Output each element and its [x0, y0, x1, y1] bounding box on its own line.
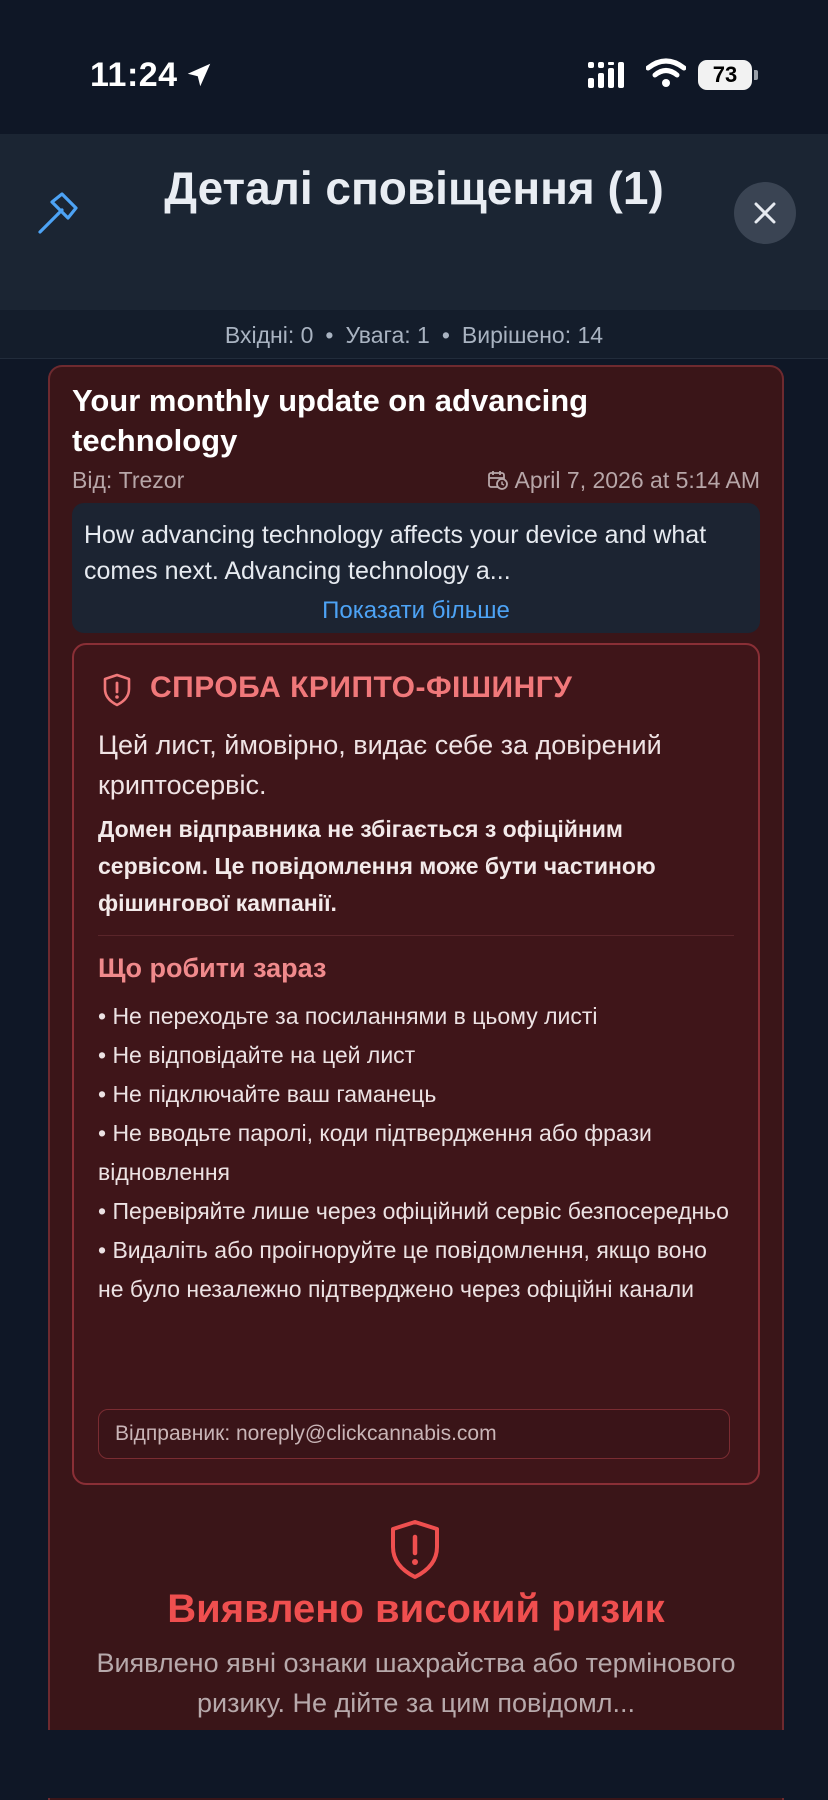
list-item: • Не переходьте за посиланнями в цьому л… — [98, 1003, 598, 1029]
close-button[interactable] — [734, 182, 796, 244]
email-date-text: April 7, 2026 at 5:14 AM — [514, 467, 761, 493]
battery-indicator: 73 — [698, 60, 758, 90]
separator-dot: • — [441, 322, 450, 348]
show-more-link[interactable]: Показати більше — [72, 597, 760, 625]
notification-header: Деталі сповіщення (1) — [0, 134, 828, 311]
alert-title: СПРОБА КРИПТО-ФІШИНГУ — [150, 671, 573, 704]
sender-box: Відправник: noreply@clickcannabis.com — [98, 1409, 730, 1459]
list-item: • Видаліть або проігноруйте це повідомле… — [98, 1237, 707, 1302]
page-title: Деталі сповіщення (1) — [164, 162, 664, 214]
list-item: • Не відповідайте на цей лист — [98, 1042, 416, 1068]
todo-list: • Не переходьте за посиланнями в цьому л… — [98, 997, 738, 1309]
hammer-icon[interactable] — [30, 190, 80, 240]
email-from: Від: Trezor — [72, 467, 185, 493]
bottom-background — [0, 1730, 828, 1798]
phishing-alert: СПРОБА КРИПТО-ФІШИНГУ Цей лист, ймовірно… — [72, 643, 760, 1485]
calendar-clock-icon — [487, 471, 508, 490]
sender-address: Відправник: noreply@clickcannabis.com — [115, 1422, 497, 1445]
shield-alert-icon — [391, 1520, 439, 1579]
cellular-signal-icon — [588, 62, 624, 88]
email-date: April 7, 2026 at 5:14 AM — [487, 467, 761, 494]
email-preview-text: How advancing technology affects your de… — [84, 521, 707, 585]
risk-description: Виявлено явні ознаки шахрайства або терм… — [96, 1648, 736, 1718]
divider — [98, 935, 734, 936]
stat-inbox: Вхідні: 0 — [224, 322, 314, 348]
list-item: • Не вводьте паролі, коди підтвердження … — [98, 1120, 652, 1185]
notification-card: Your monthly update on advancing technol… — [48, 365, 784, 1800]
list-item: • Не підключайте ваш гаманець — [98, 1081, 437, 1107]
stat-resolved: Вирішено: 14 — [461, 322, 604, 348]
email-title: Your monthly update on advancing technol… — [72, 383, 589, 458]
list-item: • Перевіряйте лише через офіційний серві… — [98, 1198, 729, 1224]
todo-title: Що робити зараз — [98, 953, 327, 983]
stats-bar: Вхідні: 0 • Увага: 1 • Вирішено: 14 — [0, 310, 828, 359]
status-bar: 11:24 73 — [0, 0, 828, 134]
alert-description: Домен відправника не збігається з офіцій… — [98, 816, 656, 916]
close-icon — [754, 202, 776, 224]
wifi-icon — [646, 58, 686, 87]
battery-level: 73 — [712, 62, 738, 87]
stat-attention: Увага: 1 — [345, 322, 430, 348]
alert-lead: Цей лист, ймовірно, видає себе за довіре… — [98, 730, 662, 800]
status-time: 11:24 — [90, 56, 178, 94]
location-arrow-icon — [187, 63, 211, 87]
email-preview: How advancing technology affects your de… — [72, 503, 760, 633]
risk-title: Виявлено високий ризик — [167, 1587, 665, 1631]
separator-dot: • — [325, 322, 334, 348]
shield-alert-icon — [103, 673, 131, 707]
